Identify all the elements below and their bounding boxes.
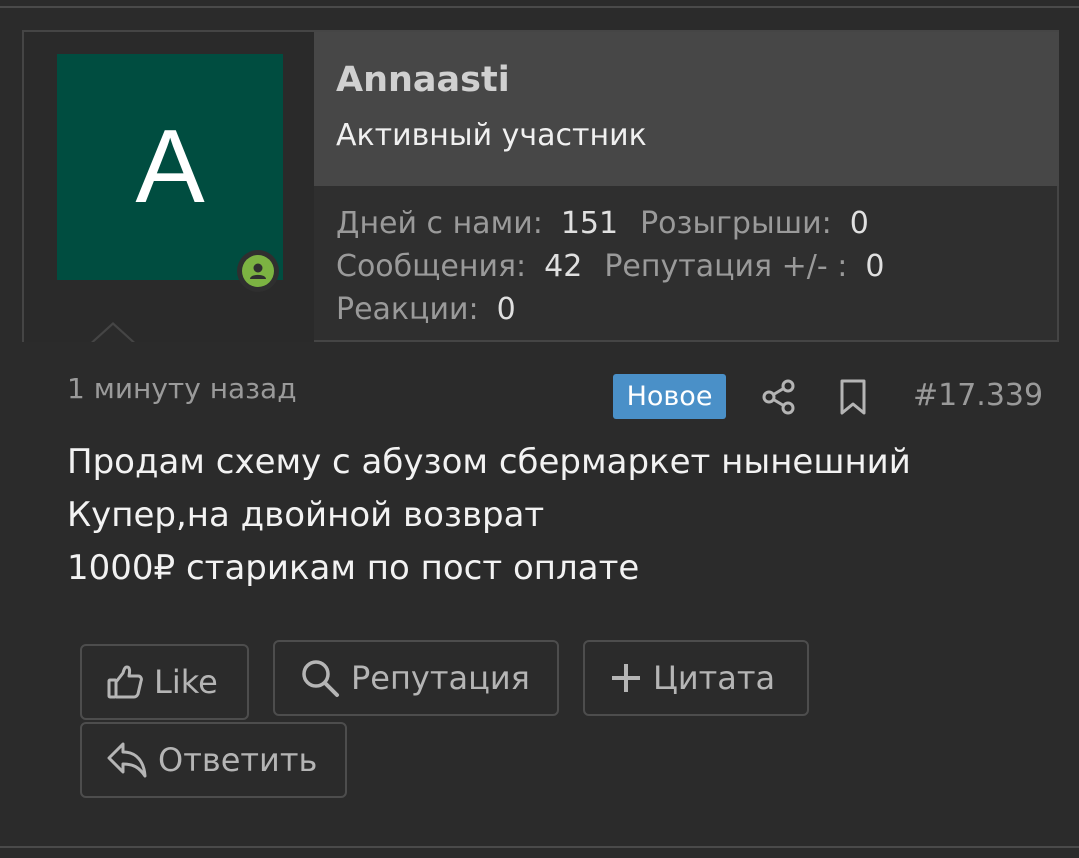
reply-button[interactable]: Ответить <box>80 722 347 798</box>
bottom-divider <box>0 846 1079 848</box>
quote-button[interactable]: Цитата <box>583 640 809 716</box>
stats-row-1: Дней с нами: 151 Розыгрыши: 0 <box>336 202 906 245</box>
stats-row-2: Сообщения: 42 Репутация +/- : 0 <box>336 245 906 288</box>
stat-reputation-value: 0 <box>865 249 885 284</box>
avatar[interactable]: A <box>57 54 283 280</box>
new-badge: Новое <box>613 374 726 419</box>
user-title: Активный участник <box>336 118 647 153</box>
username-link[interactable]: Annaasti <box>336 60 510 100</box>
thumbs-up-icon <box>107 665 143 699</box>
post-line: Продам схему с абузом сбермаркет нынешни… <box>67 442 911 482</box>
user-icon <box>250 263 266 279</box>
user-name-block: Annaasti Активный участник <box>314 32 1059 186</box>
reputation-label: Репутация <box>351 659 530 697</box>
avatar-container: A <box>24 32 314 342</box>
stat-days-value: 151 <box>560 206 619 241</box>
bookmark-icon[interactable] <box>838 378 868 416</box>
plus-icon <box>612 664 640 692</box>
quote-label: Цитата <box>653 659 776 697</box>
online-status-badge <box>237 250 279 292</box>
post-number-link[interactable]: #17.339 <box>913 378 1043 413</box>
stat-reactions-value: 0 <box>496 292 516 327</box>
stat-messages-label: Сообщения: <box>336 249 527 284</box>
stat-messages-value: 42 <box>544 249 583 284</box>
post-body: Продам схему с абузом сбермаркет нынешни… <box>67 436 911 595</box>
share-icon[interactable] <box>760 378 798 416</box>
stat-reactions-label: Реакции: <box>336 292 479 327</box>
avatar-letter: A <box>135 109 205 225</box>
stat-giveaways-label: Розыгрыши: <box>640 206 832 241</box>
like-button[interactable]: Like <box>80 644 249 720</box>
stat-days-label: Дней с нами: <box>336 206 543 241</box>
search-icon <box>302 660 339 697</box>
like-label: Like <box>154 663 218 701</box>
user-stats: Дней с нами: 151 Розыгрыши: 0 Сообщения: 42 Р… <box>336 202 906 331</box>
stat-reputation-label: Репутация +/- : <box>604 249 848 284</box>
reply-icon <box>107 742 147 778</box>
user-card: A Annaasti Активный участник Дней с нами… <box>22 30 1059 342</box>
reputation-button[interactable]: Репутация <box>273 640 559 716</box>
reply-label: Ответить <box>158 741 318 779</box>
post-line: 1000₽ старикам по пост оплате <box>67 548 640 588</box>
post-date-link[interactable]: 1 минуту назад <box>67 372 297 405</box>
stat-giveaways-value: 0 <box>849 206 869 241</box>
post-line: Купер,на двойной возврат <box>67 495 545 535</box>
top-divider <box>0 6 1079 8</box>
stats-row-3: Реакции: 0 <box>336 288 906 331</box>
